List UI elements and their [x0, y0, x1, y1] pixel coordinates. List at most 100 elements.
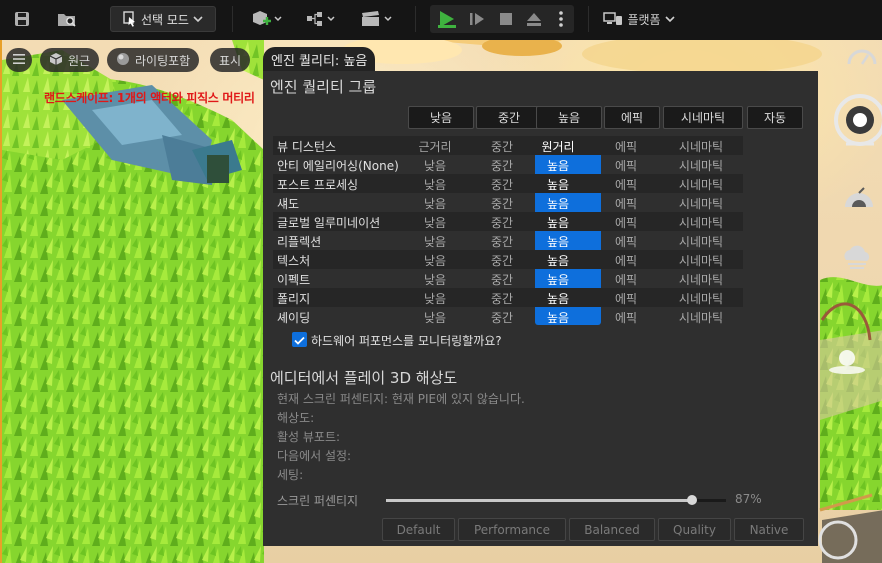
stop-icon[interactable]: [492, 6, 520, 32]
quality-row: 글로벌 일루미네이션 낮음 중간 높음 에픽 시네마틱: [273, 212, 743, 231]
quality-option[interactable]: 에픽: [593, 309, 659, 326]
chevron-down-icon: [193, 15, 203, 23]
quality-option[interactable]: 낮음: [402, 157, 468, 174]
quality-option[interactable]: 낮음: [402, 233, 468, 250]
quality-option[interactable]: 시네마틱: [668, 271, 734, 288]
quality-row-label: 이펙트: [277, 273, 311, 287]
quality-option[interactable]: 낮음: [402, 195, 468, 212]
quality-option[interactable]: 낮음: [402, 271, 468, 288]
preset-default-button[interactable]: Default: [382, 518, 455, 541]
chevron-down-icon: [664, 15, 675, 23]
quality-option[interactable]: 높음: [525, 233, 591, 250]
quality-row-label: 뷰 디스턴스: [277, 140, 337, 154]
toolbar-divider: [232, 6, 233, 32]
cloud-icon[interactable]: [840, 240, 874, 272]
lit-sphere-icon: [116, 52, 130, 69]
quality-option[interactable]: 시네마틱: [668, 176, 734, 193]
add-actor-button[interactable]: [245, 6, 287, 32]
header-low-button[interactable]: 낮음: [408, 106, 474, 129]
platforms-dropdown[interactable]: 플랫폼: [600, 6, 678, 32]
quality-option[interactable]: 에픽: [593, 176, 659, 193]
quality-option[interactable]: 시네마틱: [668, 214, 734, 231]
quality-option[interactable]: 에픽: [593, 290, 659, 307]
header-high-button[interactable]: 높음: [536, 106, 602, 129]
preset-quality-button[interactable]: Quality: [658, 518, 731, 541]
quality-option[interactable]: 에픽: [593, 195, 659, 212]
sky-atmosphere-icon[interactable]: [842, 185, 876, 213]
quality-option[interactable]: 시네마틱: [668, 195, 734, 212]
quality-option[interactable]: 낮음: [402, 309, 468, 326]
quality-option[interactable]: 낮음: [402, 176, 468, 193]
quality-row-label: 텍스처: [277, 254, 311, 268]
quality-option[interactable]: 높음: [525, 157, 591, 174]
more-options-icon[interactable]: [550, 6, 572, 32]
pie-resolution-title: 에디터에서 플레이 3D 해상도: [270, 369, 458, 387]
quality-option[interactable]: 시네마틱: [668, 309, 734, 326]
viewport-menu-button[interactable]: [6, 48, 32, 72]
quality-option[interactable]: 낮음: [402, 214, 468, 231]
blueprint-button[interactable]: [300, 6, 342, 32]
map-check-warning: 랜드스케이프: 1개의 액터와 피직스 머티리: [44, 91, 255, 105]
quality-row: 폴리지 낮음 중간 높음 에픽 시네마틱: [273, 288, 743, 307]
perspective-button[interactable]: 원근: [40, 48, 100, 72]
play-icon[interactable]: [432, 6, 462, 32]
header-medium-button[interactable]: 중간: [476, 106, 542, 129]
quality-option[interactable]: 높음: [525, 252, 591, 269]
header-auto-button[interactable]: 자동: [747, 106, 803, 129]
quality-option[interactable]: 근거리: [402, 138, 468, 155]
quality-option[interactable]: 낮음: [402, 290, 468, 307]
quality-option[interactable]: 높음: [525, 290, 591, 307]
quality-option[interactable]: 높음: [525, 195, 591, 212]
quality-option[interactable]: 에픽: [593, 233, 659, 250]
screen-percentage-slider[interactable]: [386, 495, 726, 505]
screen-percentage-label: 스크린 퍼센티지: [277, 494, 359, 508]
quality-option[interactable]: 에픽: [593, 214, 659, 231]
quality-row-label: 섀도: [277, 197, 300, 211]
header-epic-button[interactable]: 에픽: [604, 106, 660, 129]
quality-option[interactable]: 에픽: [593, 157, 659, 174]
quality-option[interactable]: 에픽: [593, 271, 659, 288]
quality-row-label: 셰이딩: [277, 311, 311, 325]
quality-row-label: 리플렉션: [277, 235, 322, 249]
content-browser-icon[interactable]: [52, 6, 82, 32]
quality-option[interactable]: 에픽: [593, 138, 659, 155]
quality-row: 이펙트 낮음 중간 높음 에픽 시네마틱: [273, 269, 743, 288]
sun-position-gizmo-icon[interactable]: [832, 92, 882, 150]
preset-performance-button[interactable]: Performance: [458, 518, 566, 541]
view-mode-label: 라이팅포함: [135, 53, 191, 68]
quality-option[interactable]: 높음: [525, 271, 591, 288]
save-icon[interactable]: [8, 6, 36, 32]
monitor-performance-checkbox[interactable]: [292, 332, 307, 347]
quality-row: 텍스처 낮음 중간 높음 에픽 시네마틱: [273, 250, 743, 269]
quality-option[interactable]: 낮음: [402, 252, 468, 269]
panel-title: 엔진 퀄리티 그룹: [270, 78, 377, 96]
quality-option[interactable]: 시네마틱: [668, 157, 734, 174]
view-mode-lit-button[interactable]: 라이팅포함: [107, 48, 200, 72]
header-cinematic-button[interactable]: 시네마틱: [663, 106, 743, 129]
quality-row-label: 폴리지: [277, 292, 311, 306]
show-flags-button[interactable]: 표시: [210, 48, 251, 72]
camera-speed-icon[interactable]: [847, 48, 877, 68]
quality-option[interactable]: 시네마틱: [668, 290, 734, 307]
preset-balanced-button[interactable]: Balanced: [569, 518, 655, 541]
cinematics-button[interactable]: [355, 6, 397, 32]
quality-option[interactable]: 시네마틱: [668, 138, 734, 155]
pie-info-set-from: 다음에서 설정:: [277, 449, 352, 463]
quality-option[interactable]: 시네마틱: [668, 233, 734, 250]
quality-row-label: 글로벌 일루미네이션: [277, 216, 381, 230]
engine-quality-button[interactable]: 엔진 퀄리티: 높음: [263, 47, 376, 72]
eject-icon[interactable]: [520, 6, 548, 32]
quality-option[interactable]: 원거리: [525, 138, 591, 155]
monitor-performance-label: 하드웨어 퍼포먼스를 모니터링할까요?: [311, 334, 502, 348]
preset-native-button[interactable]: Native: [734, 518, 804, 541]
quality-option[interactable]: 높음: [525, 309, 591, 326]
checkmark-icon: [294, 330, 305, 349]
quality-option[interactable]: 시네마틱: [668, 252, 734, 269]
step-frame-icon[interactable]: [463, 6, 491, 32]
select-mode-dropdown[interactable]: 선택 모드: [110, 6, 216, 32]
quality-option[interactable]: 에픽: [593, 252, 659, 269]
quality-option[interactable]: 높음: [525, 214, 591, 231]
screen-percentage-value: 87%: [735, 492, 762, 506]
quality-row: 셰이딩 낮음 중간 높음 에픽 시네마틱: [273, 307, 743, 326]
quality-option[interactable]: 높음: [525, 176, 591, 193]
